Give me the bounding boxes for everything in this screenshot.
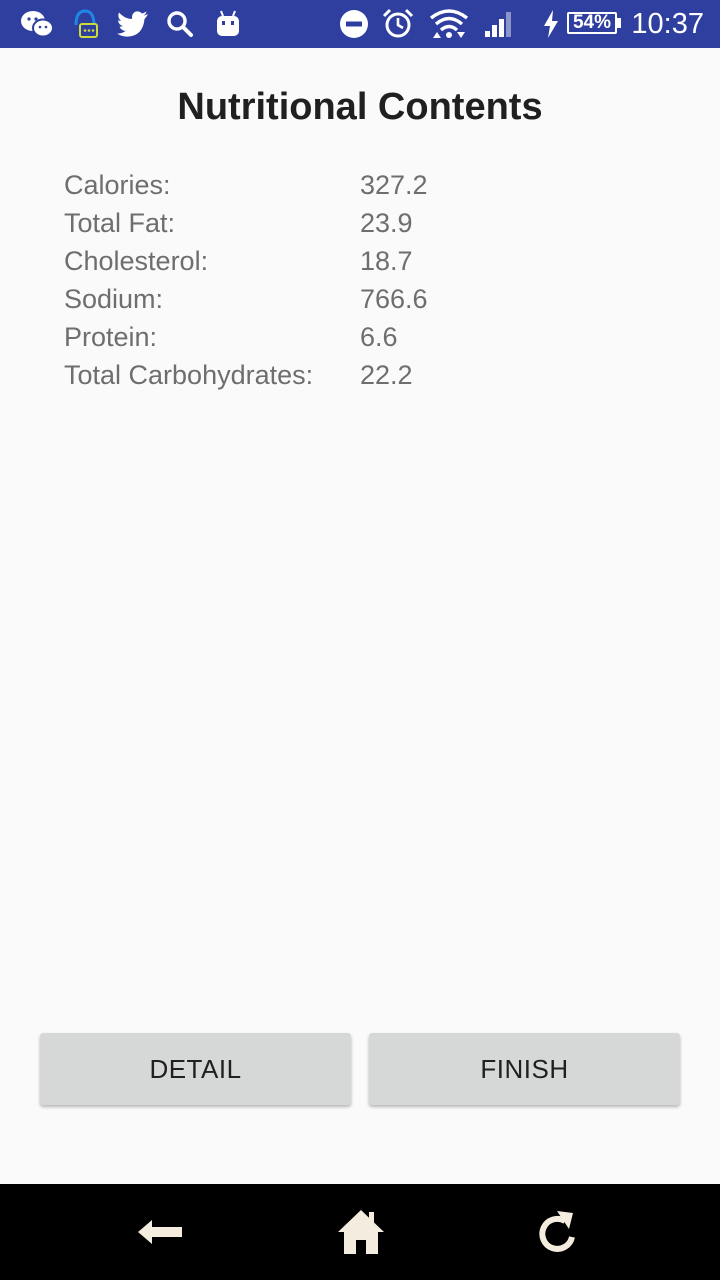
- back-arrow-icon[interactable]: [100, 1184, 220, 1280]
- do-not-disturb-icon: [337, 0, 371, 48]
- wifi-icon: [428, 0, 470, 48]
- nutrition-row-total-carbohydrates: Total Carbohydrates: 22.2: [64, 356, 428, 394]
- nutrition-row-total-fat: Total Fat: 23.9: [64, 204, 428, 242]
- nutrition-label: Sodium:: [64, 283, 164, 314]
- nutrition-value: 23.9: [360, 207, 413, 238]
- detail-button[interactable]: DETAIL: [40, 1033, 351, 1105]
- nutrition-label: Cholesterol:: [64, 245, 209, 276]
- status-time: 10:37: [631, 8, 704, 40]
- status-bar: 54% 10:37: [0, 0, 720, 48]
- nutrition-value: 766.6: [360, 283, 428, 314]
- search-icon: [164, 0, 196, 48]
- signal-icon: [481, 0, 517, 48]
- finish-button[interactable]: FINISH: [369, 1033, 680, 1105]
- nutrition-row-protein: Protein: 6.6: [64, 318, 428, 356]
- nutrition-label: Calories:: [64, 169, 171, 200]
- nutrition-value: 6.6: [360, 321, 398, 352]
- nutrition-label: Total Fat:: [64, 207, 176, 238]
- nutrition-row-sodium: Sodium: 766.6: [64, 280, 428, 318]
- chat-bubble-icon: [68, 0, 102, 48]
- navigation-bar: [0, 1184, 720, 1280]
- nutrition-value: 18.7: [360, 245, 413, 276]
- nutrition-label: Protein:: [64, 321, 158, 352]
- nutrition-label: Total Carbohydrates:: [64, 359, 314, 390]
- home-icon[interactable]: [301, 1184, 421, 1280]
- android-icon: [212, 0, 244, 48]
- nutrition-list: Calories: 327.2 Total Fat: 23.9 Choleste…: [64, 166, 428, 394]
- refresh-icon[interactable]: [497, 1184, 617, 1280]
- alarm-icon: [380, 0, 416, 48]
- battery-indicator: 54%: [567, 12, 617, 34]
- twitter-icon: [116, 0, 150, 48]
- nutrition-row-cholesterol: Cholesterol: 18.7: [64, 242, 428, 280]
- nutrition-row-calories: Calories: 327.2: [64, 166, 428, 204]
- page-title: Nutritional Contents: [177, 86, 543, 128]
- charging-icon: [540, 0, 562, 48]
- nutrition-value: 327.2: [360, 169, 428, 200]
- wechat-icon: [18, 0, 56, 48]
- nutrition-value: 22.2: [360, 359, 413, 390]
- battery-tip: [617, 18, 621, 28]
